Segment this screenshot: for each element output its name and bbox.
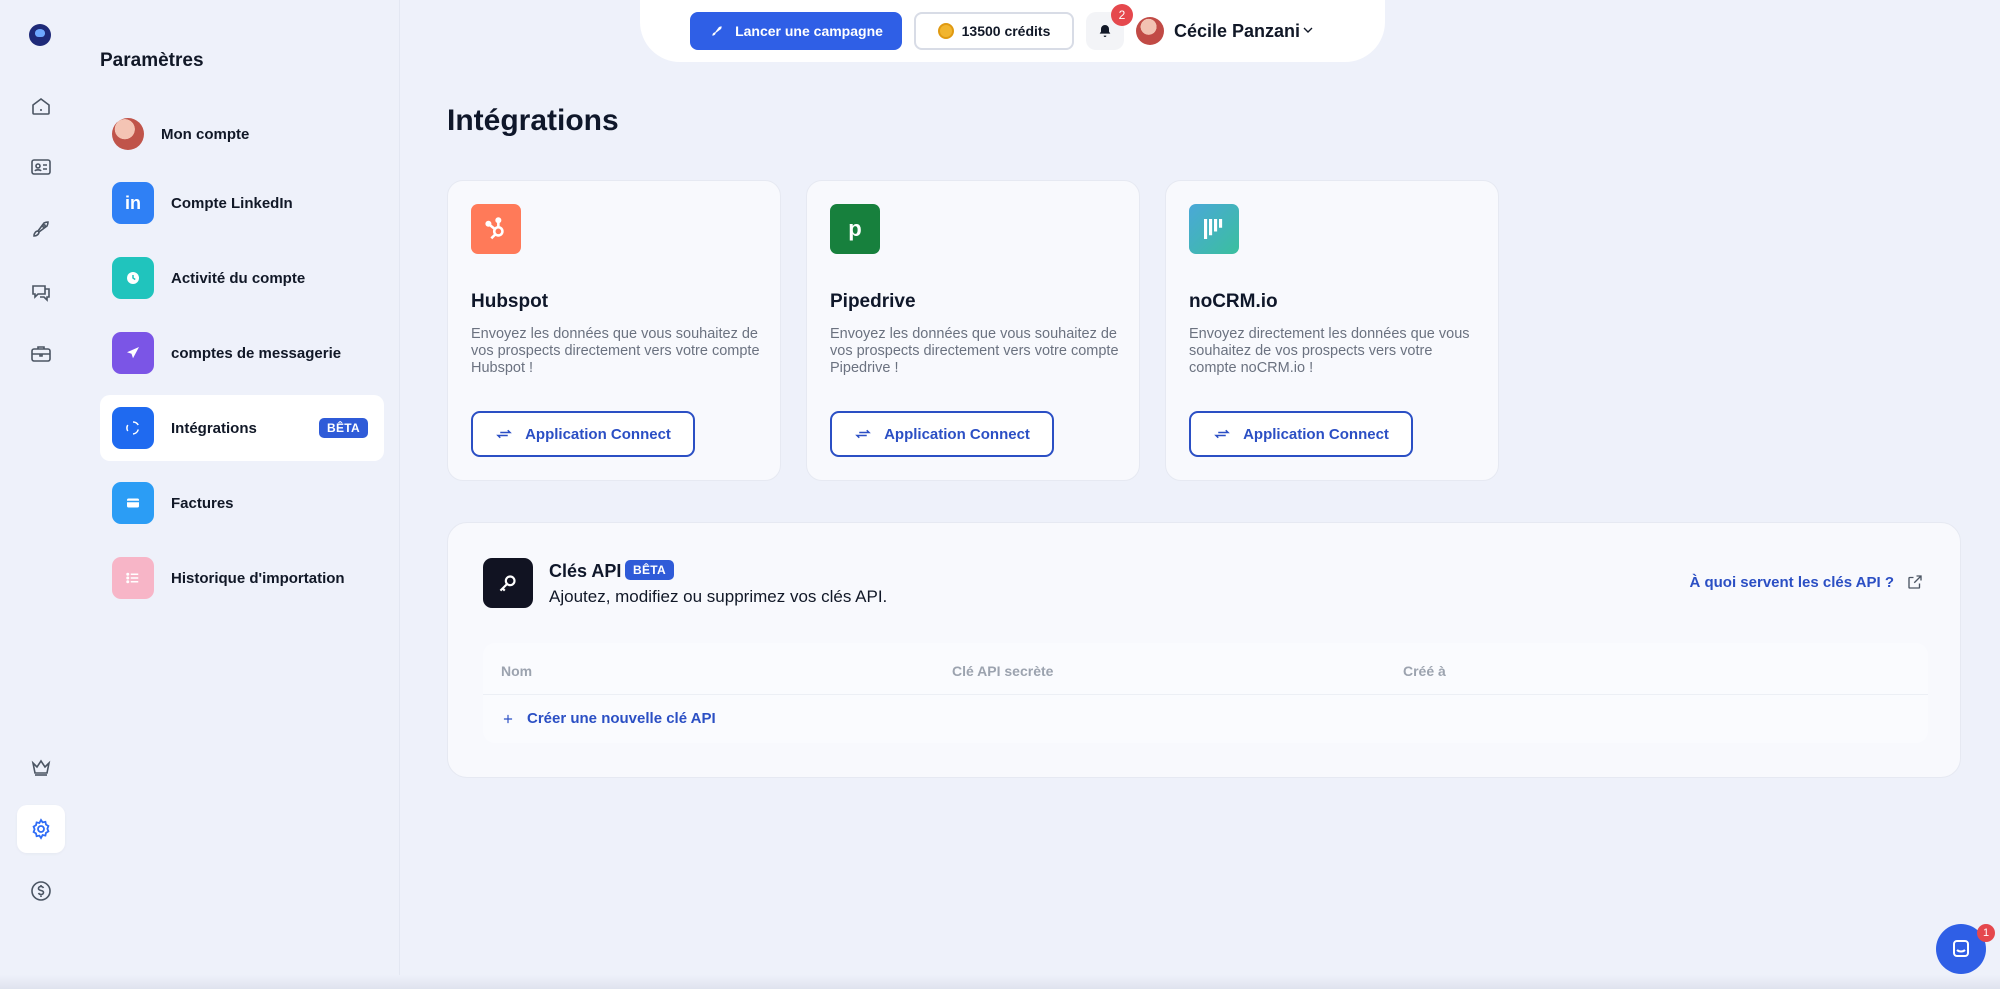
- notifications-badge: 2: [1111, 4, 1133, 26]
- settings-item-mon-compte[interactable]: Mon compte: [100, 101, 384, 167]
- clock-icon: [112, 257, 154, 299]
- beta-badge: BÊTA: [625, 560, 674, 580]
- api-keys-table: Nom Clé API secrète Créé à Créer une nou…: [483, 643, 1928, 743]
- settings-icon[interactable]: [17, 805, 65, 853]
- api-title: Clés API: [549, 561, 622, 581]
- settings-item-linkedin[interactable]: in Compte LinkedIn: [100, 170, 384, 236]
- crown-icon[interactable]: [17, 743, 65, 791]
- settings-item-factures[interactable]: Factures: [100, 470, 384, 536]
- icon-rail: [0, 0, 82, 989]
- beta-badge: BÊTA: [319, 418, 368, 438]
- messages-icon[interactable]: [17, 268, 65, 316]
- api-help-label: À quoi servent les clés API ?: [1689, 573, 1894, 591]
- api-subtitle: Ajoutez, modifiez ou supprimez vos clés …: [549, 587, 888, 606]
- avatar: [112, 118, 144, 150]
- swap-icon: [1214, 429, 1230, 439]
- card-description: Envoyez les données que vous souhaitez d…: [471, 326, 760, 376]
- app-logo[interactable]: [29, 24, 51, 46]
- integration-card-pipedrive: p Pipedrive Envoyez les données que vous…: [806, 180, 1140, 481]
- user-avatar[interactable]: [1136, 17, 1164, 45]
- send-icon: [112, 332, 154, 374]
- nocrm-icon: [1189, 204, 1239, 254]
- menu-label: Historique d'importation: [171, 569, 345, 587]
- settings-item-historique[interactable]: Historique d'importation: [100, 545, 384, 611]
- bottom-edge: [0, 975, 2000, 989]
- card-title: Hubspot: [471, 291, 549, 312]
- user-name[interactable]: Cécile Panzani: [1174, 21, 1300, 42]
- chevron-down-icon[interactable]: [1300, 22, 1316, 38]
- pipedrive-icon: p: [830, 204, 880, 254]
- card-description: Envoyez les données que vous souhaitez d…: [830, 326, 1119, 376]
- bell-icon: [1099, 25, 1111, 37]
- integrations-icon: [112, 407, 154, 449]
- settings-title: Paramètres: [100, 50, 204, 71]
- rocket-icon[interactable]: [17, 205, 65, 253]
- integration-card-nocrm: noCRM.io Envoyez directement les données…: [1165, 180, 1499, 481]
- menu-label: Factures: [171, 494, 234, 512]
- card-title: noCRM.io: [1189, 291, 1278, 312]
- hubspot-icon: [471, 204, 521, 254]
- chat-icon: [1953, 940, 1969, 957]
- list-icon: [112, 557, 154, 599]
- pipedrive-connect-button[interactable]: Application Connect: [830, 411, 1054, 457]
- column-header-cree: Créé à: [1403, 663, 1446, 679]
- launch-campaign-label: Lancer une campagne: [735, 23, 883, 39]
- settings-panel: Paramètres Mon compte in Compte LinkedIn…: [82, 0, 400, 989]
- settings-item-messagerie[interactable]: comptes de messagerie: [100, 320, 384, 386]
- column-header-nom: Nom: [501, 663, 533, 679]
- linkedin-icon: in: [112, 182, 154, 224]
- column-header-cle: Clé API secrète: [952, 663, 1054, 679]
- nocrm-connect-button[interactable]: Application Connect: [1189, 411, 1413, 457]
- credits-button[interactable]: 13500 crédits: [914, 12, 1074, 50]
- menu-label: comptes de messagerie: [171, 344, 342, 362]
- launch-campaign-button[interactable]: Lancer une campagne: [690, 12, 902, 50]
- home-icon[interactable]: [17, 82, 65, 130]
- hubspot-connect-button[interactable]: Application Connect: [471, 411, 695, 457]
- create-api-key-button[interactable]: Créer une nouvelle clé API: [501, 710, 716, 727]
- table-divider: [483, 694, 1928, 695]
- card-title: Pipedrive: [830, 291, 916, 312]
- page-title: Intégrations: [447, 104, 619, 137]
- menu-label: Compte LinkedIn: [171, 194, 293, 212]
- api-keys-section: Clés API BÊTA Ajoutez, modifiez ou suppr…: [447, 522, 1961, 778]
- api-help-link[interactable]: À quoi servent les clés API ?: [1689, 573, 1924, 591]
- rocket-icon: [712, 26, 722, 36]
- dollar-icon[interactable]: [17, 867, 65, 915]
- create-api-key-label: Créer une nouvelle clé API: [527, 710, 716, 727]
- swap-icon: [496, 429, 512, 439]
- connect-label: Application Connect: [525, 425, 671, 443]
- plus-icon: [503, 714, 513, 723]
- briefcase-icon[interactable]: [17, 330, 65, 378]
- coin-icon: [937, 23, 954, 39]
- external-link-icon: [1908, 575, 1922, 589]
- integration-card-hubspot: Hubspot Envoyez les données que vous sou…: [447, 180, 781, 481]
- credits-label: 13500 crédits: [961, 23, 1051, 39]
- swap-icon: [855, 429, 871, 439]
- contacts-icon[interactable]: [17, 143, 65, 191]
- chat-badge: 1: [1977, 924, 1995, 942]
- api-key-icon: [483, 558, 533, 608]
- menu-label: Mon compte: [161, 125, 250, 143]
- settings-item-activite[interactable]: Activité du compte: [100, 245, 384, 311]
- connect-label: Application Connect: [1243, 425, 1389, 443]
- settings-item-integrations[interactable]: Intégrations BÊTA: [100, 395, 384, 461]
- menu-label: Intégrations: [171, 419, 257, 437]
- card-icon: [112, 482, 154, 524]
- card-description: Envoyez directement les données que vous…: [1189, 326, 1470, 376]
- connect-label: Application Connect: [884, 425, 1030, 443]
- menu-label: Activité du compte: [171, 269, 306, 287]
